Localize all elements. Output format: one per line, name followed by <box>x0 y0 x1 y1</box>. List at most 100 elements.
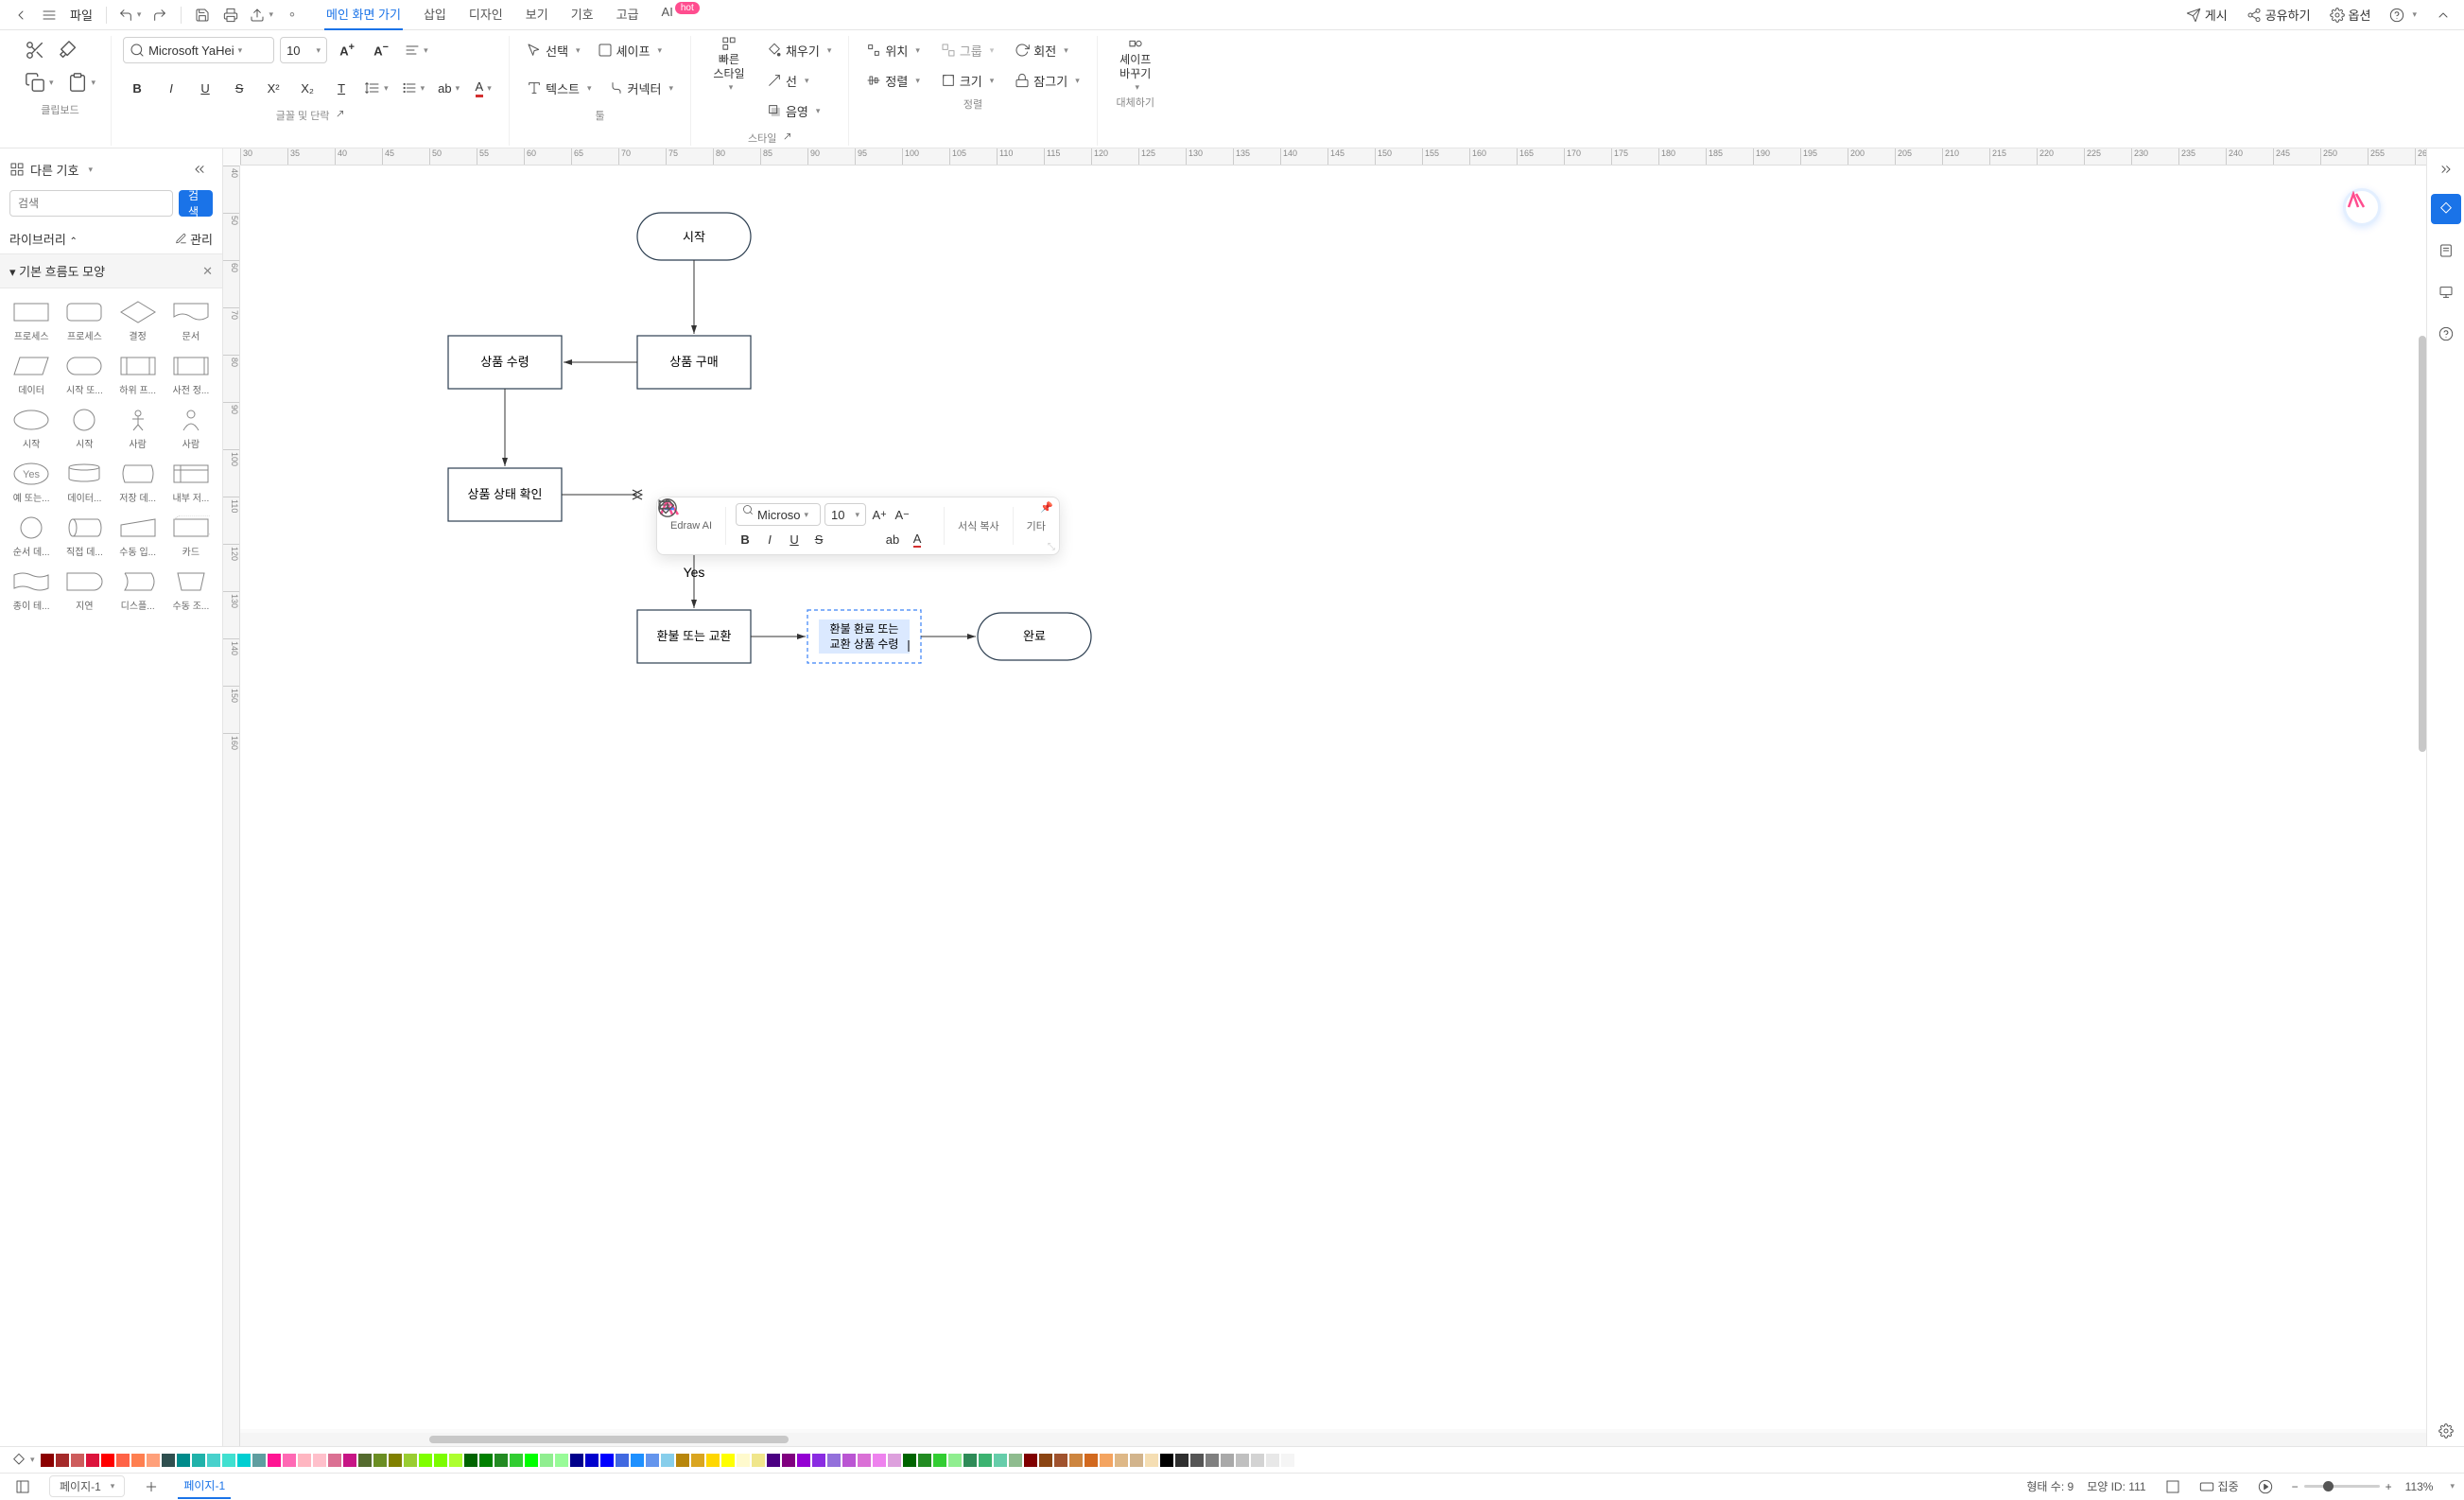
size-button[interactable]: 크기▾ <box>935 66 999 95</box>
color-swatch[interactable] <box>585 1454 599 1467</box>
presentation-panel-button[interactable] <box>2431 277 2461 307</box>
shape-item[interactable]: 저장 데... <box>113 458 164 508</box>
ctx-decrease-font[interactable]: A− <box>893 505 911 524</box>
color-swatch[interactable] <box>147 1454 160 1467</box>
font-size-select[interactable]: 10▾ <box>280 37 327 63</box>
page-panel-button[interactable] <box>2431 235 2461 266</box>
color-swatch[interactable] <box>1100 1454 1113 1467</box>
color-swatch[interactable] <box>1054 1454 1067 1467</box>
shape-tool-button[interactable]: 셰이프▾ <box>592 36 668 64</box>
tab-symbols[interactable]: 기호 <box>569 0 596 30</box>
rotate-button[interactable]: 회전▾ <box>1009 36 1085 64</box>
color-swatch[interactable] <box>449 1454 462 1467</box>
tab-ai[interactable]: AIhot <box>660 0 702 30</box>
shape-item[interactable]: 사람 <box>113 404 164 454</box>
collapse-ribbon-button[interactable] <box>2430 4 2456 26</box>
publish-button[interactable]: 게시 <box>2180 2 2233 27</box>
color-swatch[interactable] <box>676 1454 689 1467</box>
color-swatch[interactable] <box>1130 1454 1143 1467</box>
color-swatch[interactable] <box>56 1454 69 1467</box>
color-swatch[interactable] <box>1190 1454 1204 1467</box>
color-swatch[interactable] <box>192 1454 205 1467</box>
color-swatch[interactable] <box>1175 1454 1189 1467</box>
color-swatch[interactable] <box>963 1454 977 1467</box>
color-swatch[interactable] <box>600 1454 614 1467</box>
fit-button[interactable] <box>2160 1474 2186 1500</box>
cut-button[interactable] <box>21 36 49 64</box>
decrease-font-button[interactable]: A− <box>367 36 395 64</box>
bullet-list-button[interactable]: ▾ <box>398 74 429 102</box>
redo-button[interactable] <box>147 2 173 28</box>
shape-search-button[interactable]: 검색 <box>179 190 213 217</box>
tab-view[interactable]: 보기 <box>524 0 550 30</box>
color-swatch[interactable] <box>1206 1454 1219 1467</box>
change-shape-button[interactable]: 셰이프 바꾸기▾ <box>1109 36 1162 93</box>
ctx-underline[interactable]: U <box>785 530 804 549</box>
add-page-button[interactable] <box>138 1474 165 1500</box>
page-select[interactable]: 페이지-1▾ <box>49 1475 125 1497</box>
color-swatch[interactable] <box>525 1454 538 1467</box>
vertical-scrollbar[interactable] <box>2419 336 2426 752</box>
ctx-more[interactable]: 기타 <box>1023 518 1050 533</box>
color-swatch[interactable] <box>888 1454 901 1467</box>
shape-item[interactable]: 데이터 <box>6 350 57 400</box>
shape-item[interactable]: 데이터... <box>59 458 110 508</box>
shape-item[interactable]: 결정 <box>113 296 164 346</box>
tab-advanced[interactable]: 고급 <box>615 0 641 30</box>
shape-item[interactable]: 내부 저... <box>165 458 217 508</box>
tab-insert[interactable]: 삽입 <box>422 0 448 30</box>
italic-button[interactable]: I <box>157 74 185 102</box>
shape-item[interactable]: 사전 정... <box>165 350 217 400</box>
color-swatch[interactable] <box>873 1454 886 1467</box>
shape-item[interactable]: 카드 <box>165 512 217 562</box>
horizontal-scrollbar[interactable] <box>240 1433 2426 1446</box>
ctx-increase-font[interactable]: A+ <box>870 505 889 524</box>
color-swatch[interactable] <box>933 1454 946 1467</box>
color-swatch[interactable] <box>1221 1454 1234 1467</box>
back-button[interactable] <box>8 2 34 28</box>
font-family-select[interactable]: Microsoft YaHei▾ <box>123 37 274 63</box>
shape-search-input[interactable] <box>9 190 173 217</box>
file-menu[interactable]: 파일 <box>64 6 98 24</box>
ctx-bold[interactable]: B <box>736 530 755 549</box>
ctx-line-spacing[interactable] <box>834 530 853 549</box>
text-tool-button[interactable]: 텍스트▾ <box>521 74 597 102</box>
ctx-size-select[interactable]: 10▾ <box>824 503 866 526</box>
resize-handle-icon[interactable]: ⤡ <box>1048 542 1055 552</box>
group-button[interactable]: 그룹▾ <box>935 36 999 64</box>
section-title[interactable]: ▾ 기본 흐름도 모양 <box>9 262 105 280</box>
color-swatch[interactable] <box>1024 1454 1037 1467</box>
color-swatch[interactable] <box>646 1454 659 1467</box>
print-button[interactable] <box>217 2 244 28</box>
ctx-font-color[interactable]: A <box>908 530 927 549</box>
shape-item[interactable]: 지연 <box>59 566 110 616</box>
text-direction-button[interactable]: ab▾ <box>434 74 463 102</box>
color-swatch[interactable] <box>313 1454 326 1467</box>
clear-format-button[interactable]: T <box>327 74 356 102</box>
shadow-button[interactable]: 음영▾ <box>761 96 837 125</box>
page-layout-button[interactable] <box>9 1474 36 1500</box>
color-swatch[interactable] <box>812 1454 825 1467</box>
color-swatch[interactable] <box>268 1454 281 1467</box>
more-qat-button[interactable]: ⚬ <box>279 2 305 28</box>
canvas[interactable]: 시작 상품 구매 상품 수령 상품 상태 확인 Yes <box>240 166 2426 1429</box>
color-swatch[interactable] <box>373 1454 387 1467</box>
color-swatch[interactable] <box>404 1454 417 1467</box>
superscript-button[interactable]: X² <box>259 74 287 102</box>
color-swatch[interactable] <box>419 1454 432 1467</box>
color-swatch[interactable] <box>162 1454 175 1467</box>
color-swatch[interactable] <box>71 1454 84 1467</box>
color-swatch[interactable] <box>479 1454 493 1467</box>
subscript-button[interactable]: X₂ <box>293 74 321 102</box>
color-swatch[interactable] <box>283 1454 296 1467</box>
color-swatch[interactable] <box>1251 1454 1264 1467</box>
color-swatch[interactable] <box>706 1454 720 1467</box>
position-button[interactable]: 위치▾ <box>860 36 925 64</box>
color-swatch[interactable] <box>41 1454 54 1467</box>
align-arrange-button[interactable]: 정렬▾ <box>860 66 925 95</box>
shape-item[interactable]: 종이 테... <box>6 566 57 616</box>
ctx-align-icon[interactable] <box>915 505 934 524</box>
help-button[interactable]: ▾ <box>2384 4 2422 26</box>
color-swatch[interactable] <box>782 1454 795 1467</box>
color-swatch[interactable] <box>948 1454 962 1467</box>
